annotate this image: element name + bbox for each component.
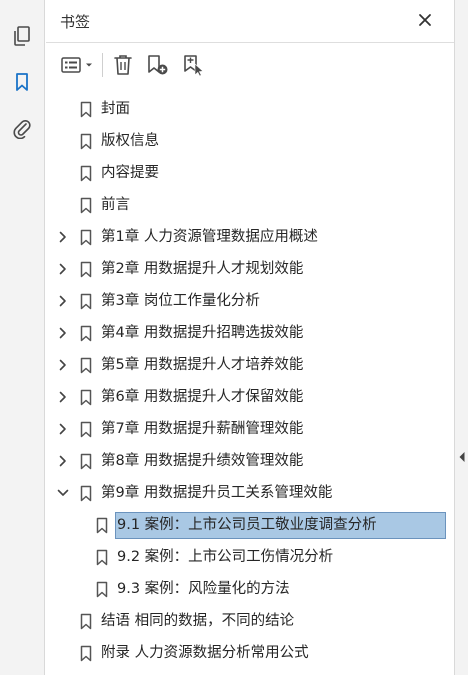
bookmark-item[interactable]: 附录 人力资源数据分析常用公式 [46,637,454,669]
chevron-right-icon[interactable] [56,358,70,372]
options-menu-button[interactable] [60,52,96,78]
bookmark-icon [96,581,108,598]
bookmark-icon [80,229,92,246]
bookmark-label: 封面 [101,101,130,117]
toolbar-separator [102,53,103,77]
collapse-arrow-icon[interactable] [458,450,466,464]
bookmarks-icon[interactable] [8,68,36,96]
bookmark-item[interactable]: 第7章 用数据提升薪酬管理效能 [46,413,454,445]
attachments-icon[interactable] [8,114,36,142]
bookmarks-panel: 书签 封面 版权信息 内容提要 前言 第1章 人力资源管理数据应用概述 第2章 … [46,0,454,675]
bookmark-item[interactable]: 第4章 用数据提升招聘选拔效能 [46,317,454,349]
bookmark-icon [80,485,92,502]
bookmark-label: 第8章 用数据提升绩效管理效能 [101,453,304,469]
chevron-right-icon[interactable] [56,294,70,308]
bookmark-item[interactable]: 版权信息 [46,125,454,157]
bookmark-label: 第7章 用数据提升薪酬管理效能 [101,421,304,437]
chevron-right-icon[interactable] [56,262,70,276]
bookmark-icon [80,197,92,214]
delete-bookmark-icon[interactable] [110,52,136,78]
bookmark-icon [80,101,92,118]
bookmark-icon [80,421,92,438]
bookmark-from-selection-icon[interactable] [180,52,208,78]
bookmark-icon [80,389,92,406]
chevron-right-icon[interactable] [56,326,70,340]
bookmark-label: 第5章 用数据提升人才培养效能 [101,357,304,373]
bookmark-label: 第4章 用数据提升招聘选拔效能 [101,325,304,341]
chevron-right-icon[interactable] [56,454,70,468]
panel-header: 书签 [46,0,454,42]
bookmark-item[interactable]: 第6章 用数据提升人才保留效能 [46,381,454,413]
bookmark-label: 第9章 用数据提升员工关系管理效能 [101,485,333,501]
bookmark-label: 第3章 岗位工作量化分析 [101,293,260,309]
chevron-down-icon[interactable] [56,486,70,500]
bookmark-label: 9.2 案例：上市公司工伤情况分析 [117,549,334,565]
bookmark-label: 9.1 案例：上市公司员工敬业度调查分析 [117,517,377,533]
bookmark-label: 第2章 用数据提升人才规划效能 [101,261,304,277]
bookmark-icon [80,133,92,150]
bookmark-item[interactable]: 第9章 用数据提升员工关系管理效能 [46,477,454,509]
bookmark-item[interactable]: 第3章 岗位工作量化分析 [46,285,454,317]
panel-resize-edge[interactable] [454,0,468,675]
bookmark-item[interactable]: 第5章 用数据提升人才培养效能 [46,349,454,381]
bookmark-icon [80,645,92,662]
bookmark-icon [96,517,108,534]
bookmark-icon [80,293,92,310]
bookmark-label: 版权信息 [101,133,159,149]
navigation-rail [0,0,45,675]
bookmark-label: 第1章 人力资源管理数据应用概述 [101,229,318,245]
bookmark-label: 结语 相同的数据，不同的结论 [101,613,295,629]
bookmark-item[interactable]: 封面 [46,93,454,125]
bookmark-label: 第6章 用数据提升人才保留效能 [101,389,304,405]
bookmark-icon [80,357,92,374]
bookmark-icon [80,165,92,182]
bookmark-label: 前言 [101,197,130,213]
bookmark-icon [80,613,92,630]
bookmark-label: 内容提要 [101,165,159,181]
bookmark-item[interactable]: 内容提要 [46,157,454,189]
bookmark-item[interactable]: 第1章 人力资源管理数据应用概述 [46,221,454,253]
new-bookmark-icon[interactable] [144,52,172,78]
close-icon[interactable] [414,9,436,31]
bookmark-item[interactable]: 9.1 案例：上市公司员工敬业度调查分析 [46,509,454,541]
panel-title: 书签 [60,13,91,31]
bookmark-icon [96,549,108,566]
bookmark-item[interactable]: 9.2 案例：上市公司工伤情况分析 [46,541,454,573]
bookmark-toolbar [46,43,454,87]
chevron-right-icon[interactable] [56,230,70,244]
bookmark-label: 附录 人力资源数据分析常用公式 [101,645,309,661]
bookmark-item[interactable]: 9.3 案例：风险量化的方法 [46,573,454,605]
bookmark-item[interactable]: 结语 相同的数据，不同的结论 [46,605,454,637]
bookmark-icon [80,453,92,470]
bookmark-icon [80,325,92,342]
bookmark-label: 9.3 案例：风险量化的方法 [117,581,290,597]
pages-icon[interactable] [8,22,36,50]
bookmark-item[interactable]: 第2章 用数据提升人才规划效能 [46,253,454,285]
bookmark-icon [80,261,92,278]
bookmark-item[interactable]: 第8章 用数据提升绩效管理效能 [46,445,454,477]
chevron-right-icon[interactable] [56,422,70,436]
chevron-right-icon[interactable] [56,390,70,404]
bookmark-item[interactable]: 前言 [46,189,454,221]
